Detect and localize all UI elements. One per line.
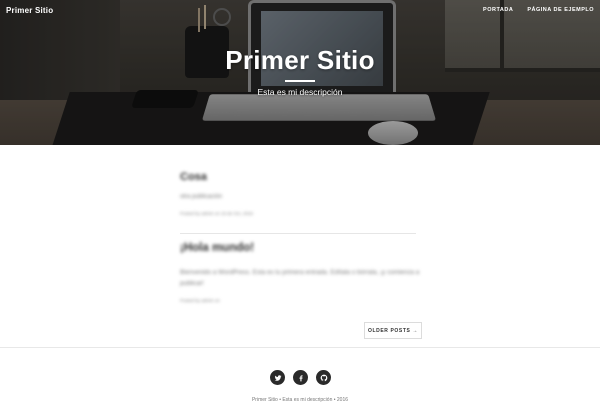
social-links bbox=[270, 370, 331, 385]
copyright-text: Primer Sitio • Esta es mi descripción • … bbox=[251, 397, 349, 403]
footer-divider bbox=[0, 347, 600, 348]
facebook-icon[interactable] bbox=[293, 370, 308, 385]
site-brand-link[interactable]: Primer Sitio bbox=[6, 6, 53, 15]
post-excerpt: otra publicación bbox=[180, 194, 223, 200]
title-divider bbox=[285, 80, 315, 82]
nav-item-pagina-de-ejemplo[interactable]: Página de ejemplo bbox=[527, 7, 594, 13]
twitter-icon[interactable] bbox=[270, 370, 285, 385]
older-posts-button[interactable]: Older Posts → bbox=[364, 322, 422, 339]
post-divider bbox=[180, 233, 416, 234]
site-description: Esta es mi descripción bbox=[257, 87, 343, 97]
post-preview: Cosa otra publicación Posted by admin on… bbox=[180, 168, 422, 216]
github-icon[interactable] bbox=[316, 370, 331, 385]
post-title-link[interactable]: ¡Hola mundo! bbox=[180, 242, 422, 254]
nav-item-portada[interactable]: Portada bbox=[483, 7, 513, 13]
hero-header: Primer Sitio Portada Página de ejemplo P… bbox=[0, 0, 600, 145]
post-title-link[interactable]: Cosa bbox=[180, 171, 422, 183]
post-meta: Posted by admin on bbox=[180, 298, 220, 303]
site-title: Primer Sitio bbox=[225, 45, 375, 75]
post-excerpt: Bienvenido a WordPress. Esta es tu prime… bbox=[180, 269, 420, 287]
main-nav: Portada Página de ejemplo bbox=[483, 7, 594, 13]
post-preview: ¡Hola mundo! Bienvenido a WordPress. Est… bbox=[180, 242, 422, 303]
post-meta: Posted by admin on 19 de Oct, 2016 bbox=[180, 211, 254, 216]
